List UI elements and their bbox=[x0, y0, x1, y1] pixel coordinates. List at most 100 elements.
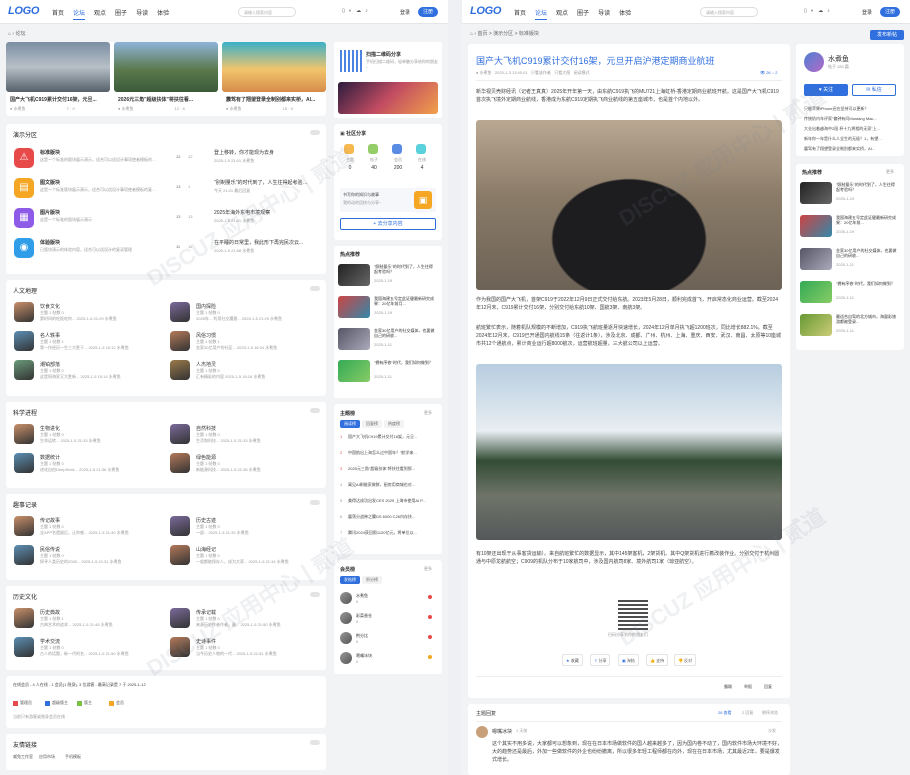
rank-item[interactable]: 美得达成功出发CES 2025 上海市使用AI P... bbox=[348, 498, 436, 504]
featured-title-3[interactable]: 震驾有了翔望登录全制别都来实桥，AI... bbox=[226, 96, 324, 103]
article-image-car[interactable] bbox=[476, 120, 782, 290]
article-author[interactable]: 水煮鱼 bbox=[480, 70, 492, 75]
forum-avatar[interactable] bbox=[14, 360, 34, 380]
forum-avatar[interactable] bbox=[14, 608, 34, 628]
forum-name[interactable]: 体验版块 bbox=[40, 239, 60, 246]
member-name[interactable]: 彩菜香仓 bbox=[356, 613, 372, 619]
forum-last-post[interactable]: 探寻人类历史的2005... 2025-1-5 21:31 水煮鱼 bbox=[40, 559, 164, 565]
hot-item-title[interactable]: 最适合自驾的北方城市，海量彩旅游都被登录... bbox=[836, 314, 898, 324]
site-logo[interactable]: LOGO bbox=[8, 5, 40, 17]
featured-image-2[interactable] bbox=[114, 42, 218, 92]
author-thread-item[interactable]: 新年你一年是什么人全生的无极？1，有望... bbox=[804, 136, 898, 142]
footer-link[interactable]: 回复 bbox=[764, 684, 772, 690]
forum-name[interactable]: 历史典故 bbox=[40, 609, 60, 616]
hot-thumb[interactable] bbox=[338, 264, 370, 286]
nav-item-3[interactable]: 圈子 bbox=[577, 11, 589, 17]
member-avatar[interactable] bbox=[340, 612, 352, 624]
author-thread-item[interactable]: 大业出着越海中2段 杯十九将相的无家"上... bbox=[804, 126, 898, 132]
toolbar-icons[interactable]: ▯ ◐ ☁ ♪ bbox=[342, 8, 368, 14]
nav-item-4[interactable]: 导读 bbox=[598, 11, 610, 17]
forum-latest-thread[interactable]: 登上移转，你才能现为去身 bbox=[214, 149, 310, 156]
featured-image-1[interactable] bbox=[6, 42, 110, 92]
forum-name[interactable]: 传承记载 bbox=[196, 609, 216, 616]
forum-last-post[interactable]: 金家30亿用户的社区... 2025-1-5 16:04 水煮鱼 bbox=[196, 345, 320, 351]
forum-last-post[interactable]: 第一作经历一生三大胜于... 2025-1-5 16:12 水煮鱼 bbox=[40, 345, 164, 351]
forum-last-post[interactable]: 进化自由DeepSeek... 2025-1-5 21:36 水煮鱼 bbox=[40, 467, 164, 473]
member-avatar[interactable] bbox=[340, 632, 352, 644]
rank-tab-1[interactable]: 回复榜 bbox=[362, 420, 382, 428]
forum-name[interactable]: 山海经记 bbox=[196, 546, 216, 553]
forum-name[interactable]: 潮铂部落 bbox=[40, 361, 60, 368]
forum-name[interactable]: 标准版块 bbox=[40, 149, 60, 156]
forum-name[interactable]: 饮食文化 bbox=[40, 303, 60, 310]
featured-image-3[interactable] bbox=[222, 42, 326, 92]
forum-avatar[interactable] bbox=[170, 302, 190, 322]
nav-item-0[interactable]: 首页 bbox=[514, 11, 526, 17]
forum-latest-thread[interactable]: 2025年海外东电市境观察 bbox=[214, 209, 310, 216]
author-thread-item[interactable]: 传统奶内车评家"偏钟有问Mustang Mac... bbox=[804, 116, 898, 122]
forum-avatar[interactable] bbox=[14, 424, 34, 444]
only-author-link[interactable]: 只看该作者 bbox=[531, 70, 551, 75]
member-avatar[interactable] bbox=[340, 592, 352, 604]
reply-avatar[interactable] bbox=[476, 726, 488, 738]
toolbar-icons[interactable]: ▯ ◐ ☁ ♪ bbox=[804, 8, 830, 14]
friend-link[interactable]: 威兔工作室 bbox=[13, 754, 33, 760]
nav-item-4[interactable]: 导读 bbox=[136, 11, 148, 17]
forum-avatar[interactable] bbox=[170, 424, 190, 444]
forum-last-post[interactable]: 这是铜海家又大胜新... 2025-1-5 15:14 水煮鱼 bbox=[40, 374, 164, 380]
action-2-button[interactable]: ▣ 淘帖 bbox=[618, 654, 639, 666]
forum-avatar[interactable] bbox=[14, 331, 34, 351]
forum-last-post[interactable]: 古人的话题，新一代的名... 2025-1-5 21:50 水煮鱼 bbox=[40, 651, 164, 657]
member-tab-1[interactable]: 积分榜 bbox=[362, 576, 382, 584]
action-1-button[interactable]: ⇪ 分享 bbox=[590, 654, 611, 666]
hot-item-title[interactable]: "拥有序修"时代，我们如何做到？ bbox=[836, 281, 898, 286]
message-button[interactable]: ✉ 私信 bbox=[852, 84, 896, 96]
forum-name[interactable]: 绿色能源 bbox=[196, 454, 216, 461]
forum-latest-thread[interactable]: 在平睡的日常里，我此形下再完民次云... bbox=[214, 239, 310, 246]
hot-thumb[interactable] bbox=[338, 360, 370, 382]
forum-name[interactable]: 传记故事 bbox=[40, 517, 60, 524]
nav-item-3[interactable]: 圈子 bbox=[115, 11, 127, 17]
forum-last-post[interactable]: 全APP名遗留后，让你感... 2025-1-5 21:40 水煮鱼 bbox=[40, 530, 164, 536]
forum-icon[interactable]: ▤ bbox=[14, 178, 34, 198]
friend-link[interactable]: 应用市场 bbox=[39, 754, 55, 760]
hot-item-title[interactable]: "照制量乐"的时代到了，人生往得起考验吗？ bbox=[374, 264, 436, 274]
rank-item[interactable]: 寓见AI刷能家做鲜，厨房用商城也对... bbox=[348, 482, 436, 488]
hot-more-link[interactable]: 更多 bbox=[886, 169, 894, 175]
forum-last-post[interactable]: 一般都能保存人，成为大家... 2025-1-5 21:34 水煮鱼 bbox=[196, 559, 320, 565]
footer-link[interactable]: 霸踢 bbox=[724, 684, 732, 690]
forum-avatar[interactable] bbox=[14, 516, 34, 536]
forum-name[interactable]: 民俗传说 bbox=[40, 546, 60, 553]
forum-avatar[interactable] bbox=[170, 637, 190, 657]
action-3-button[interactable]: 👍 支持 bbox=[646, 654, 669, 666]
hot-thumb[interactable] bbox=[800, 248, 832, 270]
friend-link[interactable]: 手机模板 bbox=[65, 754, 81, 760]
forum-avatar[interactable] bbox=[170, 516, 190, 536]
featured-title-1[interactable]: 国产大飞机C919累计交付16架，元旦... bbox=[10, 96, 108, 103]
reading-mode-link[interactable]: 阅读模式 bbox=[574, 70, 590, 75]
nav-item-2[interactable]: 观点 bbox=[94, 11, 106, 17]
rank-item[interactable]: 震荡分战神之翼DS 6000 C26内存扶... bbox=[348, 514, 436, 520]
hot-item-title[interactable]: "照制量乐"的时代到了，人生往得起考验吗？ bbox=[836, 182, 898, 192]
hot-thumb[interactable] bbox=[800, 215, 832, 237]
forum-name[interactable]: 风俗习惯 bbox=[196, 332, 216, 339]
forum-name[interactable]: 图片版块 bbox=[40, 209, 60, 216]
featured-title-2[interactable]: 2026元三角"超级扶体"将扶往看... bbox=[118, 96, 216, 103]
site-logo[interactable]: LOGO bbox=[470, 5, 502, 17]
action-0-button[interactable]: ★ 收藏 bbox=[562, 654, 583, 666]
login-link[interactable]: 登录 bbox=[400, 9, 410, 16]
forum-last-post[interactable]: 来源历史作者作者，最... 2025-1-5 21:50 水煮鱼 bbox=[196, 622, 320, 628]
rank-item[interactable]: 2025元三角"超级扶体"将扶往看到那... bbox=[348, 466, 436, 472]
forum-icon[interactable]: ◉ bbox=[14, 238, 34, 258]
topic-rank-more-link[interactable]: 更多 bbox=[424, 410, 432, 416]
forum-last-post[interactable]: 生活和科技... 2025-1-5 21:33 水煮鱼 bbox=[196, 438, 320, 444]
member-rank-more-link[interactable]: 更多 bbox=[424, 566, 432, 572]
collapse-toggle-icon[interactable] bbox=[310, 286, 320, 291]
collapse-toggle-icon[interactable] bbox=[310, 130, 320, 135]
forum-name[interactable]: 人杰地灵 bbox=[196, 361, 216, 368]
forum-name[interactable]: 生物进化 bbox=[40, 425, 60, 432]
collapse-toggle-icon[interactable] bbox=[310, 740, 320, 745]
hot-thumb[interactable] bbox=[800, 182, 832, 204]
only-images-link[interactable]: 只看大图 bbox=[554, 70, 570, 75]
forum-last-post[interactable]: 古典艺术的追求... 2025-1-5 21:45 水煮鱼 bbox=[40, 622, 164, 628]
